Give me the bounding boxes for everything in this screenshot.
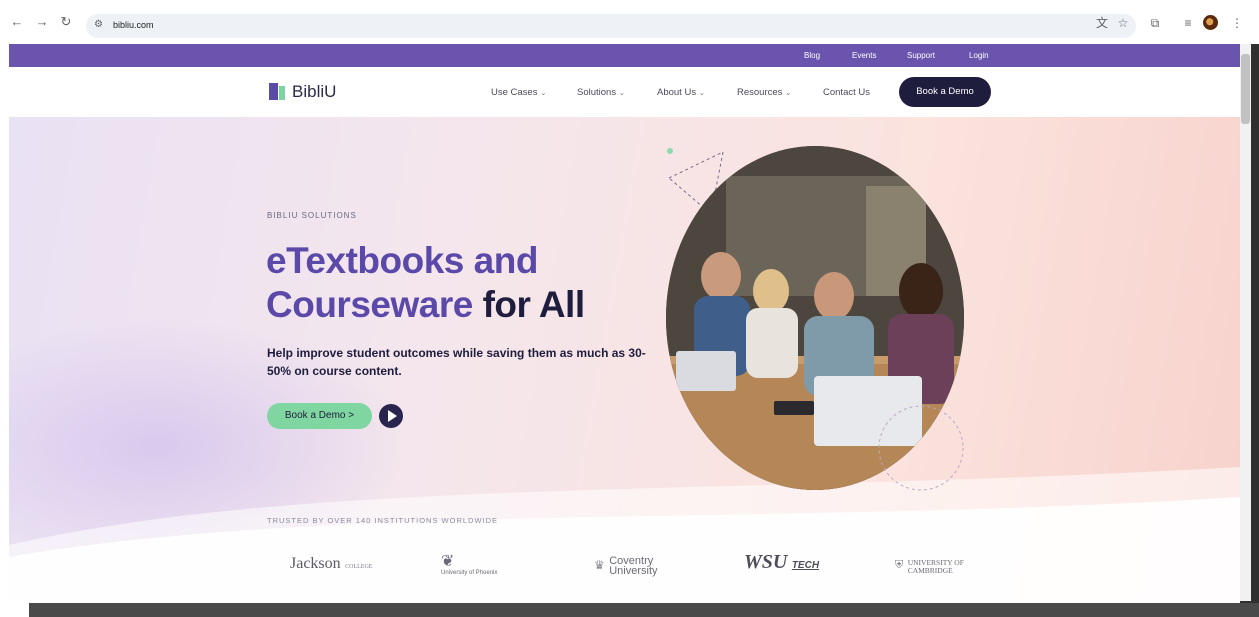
coventry-crest-icon: ♛	[594, 558, 605, 572]
more-menu-icon[interactable]: ⋮	[1228, 14, 1246, 32]
nav-item-label: Resources	[737, 87, 783, 98]
play-video-icon[interactable]	[379, 404, 403, 428]
nav-item-resources[interactable]: Resources ⌄	[737, 87, 791, 98]
headline-line-2: Courseware for All	[266, 283, 666, 327]
logo-coventry-university: ♛ Coventry University	[594, 555, 658, 577]
nav-item-label: About Us	[657, 87, 697, 98]
topbar-link-support[interactable]: Support	[907, 51, 935, 60]
logo-text[interactable]: BibliU	[292, 82, 336, 102]
site-header: BibliU Use Cases ⌄ Solutions ⌄ About Us ⌄ R…	[9, 67, 1240, 117]
window-shadow	[29, 603, 1259, 617]
scrollbar-thumb[interactable]	[1241, 54, 1250, 124]
chevron-down-icon: ⌄	[540, 90, 547, 97]
chevron-down-icon: ⌄	[785, 90, 792, 97]
headline-highlight: Courseware	[266, 284, 473, 325]
hero-subtext: Help improve student outcomes while savi…	[267, 346, 646, 378]
book-demo-header-button[interactable]: Book a Demo	[899, 77, 991, 107]
extensions-icon[interactable]: ⧉	[1146, 14, 1164, 32]
utility-nav-bar: Blog Events Support Login	[9, 44, 1240, 67]
phoenix-bird-icon: ❦	[441, 553, 455, 570]
headline-line-1: eTextbooks and	[266, 240, 538, 281]
topbar-link-login[interactable]: Login	[969, 51, 989, 60]
cambridge-shield-icon: ⛨	[895, 559, 904, 571]
nav-item-label: Solutions	[577, 87, 617, 98]
browser-toolbar: ← → ↻ ⚙ bibliu.com 文 ☆ ⧉ ≡ ⋮	[0, 0, 1259, 44]
reading-list-icon[interactable]: ≡	[1179, 14, 1197, 32]
address-bar[interactable]: ⚙ bibliu.com	[86, 14, 1136, 38]
nav-item-solutions[interactable]: Solutions ⌄	[577, 87, 625, 98]
logo-university-of-phoenix: ❦ University of Phoenix	[441, 553, 521, 577]
reload-icon[interactable]: ↻	[58, 14, 74, 30]
profile-avatar[interactable]	[1203, 15, 1218, 30]
headline-dark: for All	[482, 284, 586, 325]
hero-wave-decoration	[9, 467, 1240, 601]
chevron-down-icon: ⌄	[699, 90, 705, 97]
trusted-by-label: TRUSTED BY OVER 140 INSTITUTIONS WORLDWI…	[267, 516, 499, 525]
translate-icon[interactable]: 文	[1093, 14, 1111, 32]
nav-item-about-us[interactable]: About Us ⌄	[657, 87, 705, 98]
nav-item-label: Use Cases	[491, 87, 538, 98]
decorative-circle	[878, 405, 964, 491]
chevron-down-icon: ⌄	[619, 90, 625, 97]
hero-eyebrow: BIBLIU SOLUTIONS	[267, 211, 357, 220]
forward-arrow-icon[interactable]: →	[34, 14, 50, 30]
url-text[interactable]: bibliu.com	[113, 20, 154, 30]
topbar-link-blog[interactable]: Blog	[804, 51, 820, 60]
nav-item-use-cases[interactable]: Use Cases ⌄	[491, 87, 546, 98]
browser-window: ← → ↻ ⚙ bibliu.com 文 ☆ ⧉ ≡ ⋮ Blog Events…	[0, 0, 1259, 617]
logo-jackson-college: Jackson COLLEGE	[290, 555, 373, 572]
hero-headline: eTextbooks and Courseware for All	[266, 239, 666, 327]
nav-item-contact-us[interactable]: Contact Us	[823, 87, 870, 98]
logo-university-of-cambridge: ⛨ UNIVERSITY OF CAMBRIDGE	[895, 558, 964, 575]
back-arrow-icon[interactable]: ←	[9, 14, 25, 30]
logo-wsu-tech: WSU TECH	[744, 551, 820, 573]
bibliu-logo-icon[interactable]	[269, 83, 285, 100]
topbar-link-events[interactable]: Events	[852, 51, 876, 60]
book-demo-hero-button[interactable]: Book a Demo >	[267, 403, 372, 429]
nav-item-label: Contact Us	[823, 87, 870, 98]
hero-section: BIBLIU SOLUTIONS eTextbooks and Coursewa…	[9, 117, 1240, 601]
bookmark-star-icon[interactable]: ☆	[1114, 14, 1132, 32]
scrollbar-track[interactable]	[1240, 44, 1251, 601]
site-settings-icon[interactable]: ⚙	[94, 19, 106, 31]
